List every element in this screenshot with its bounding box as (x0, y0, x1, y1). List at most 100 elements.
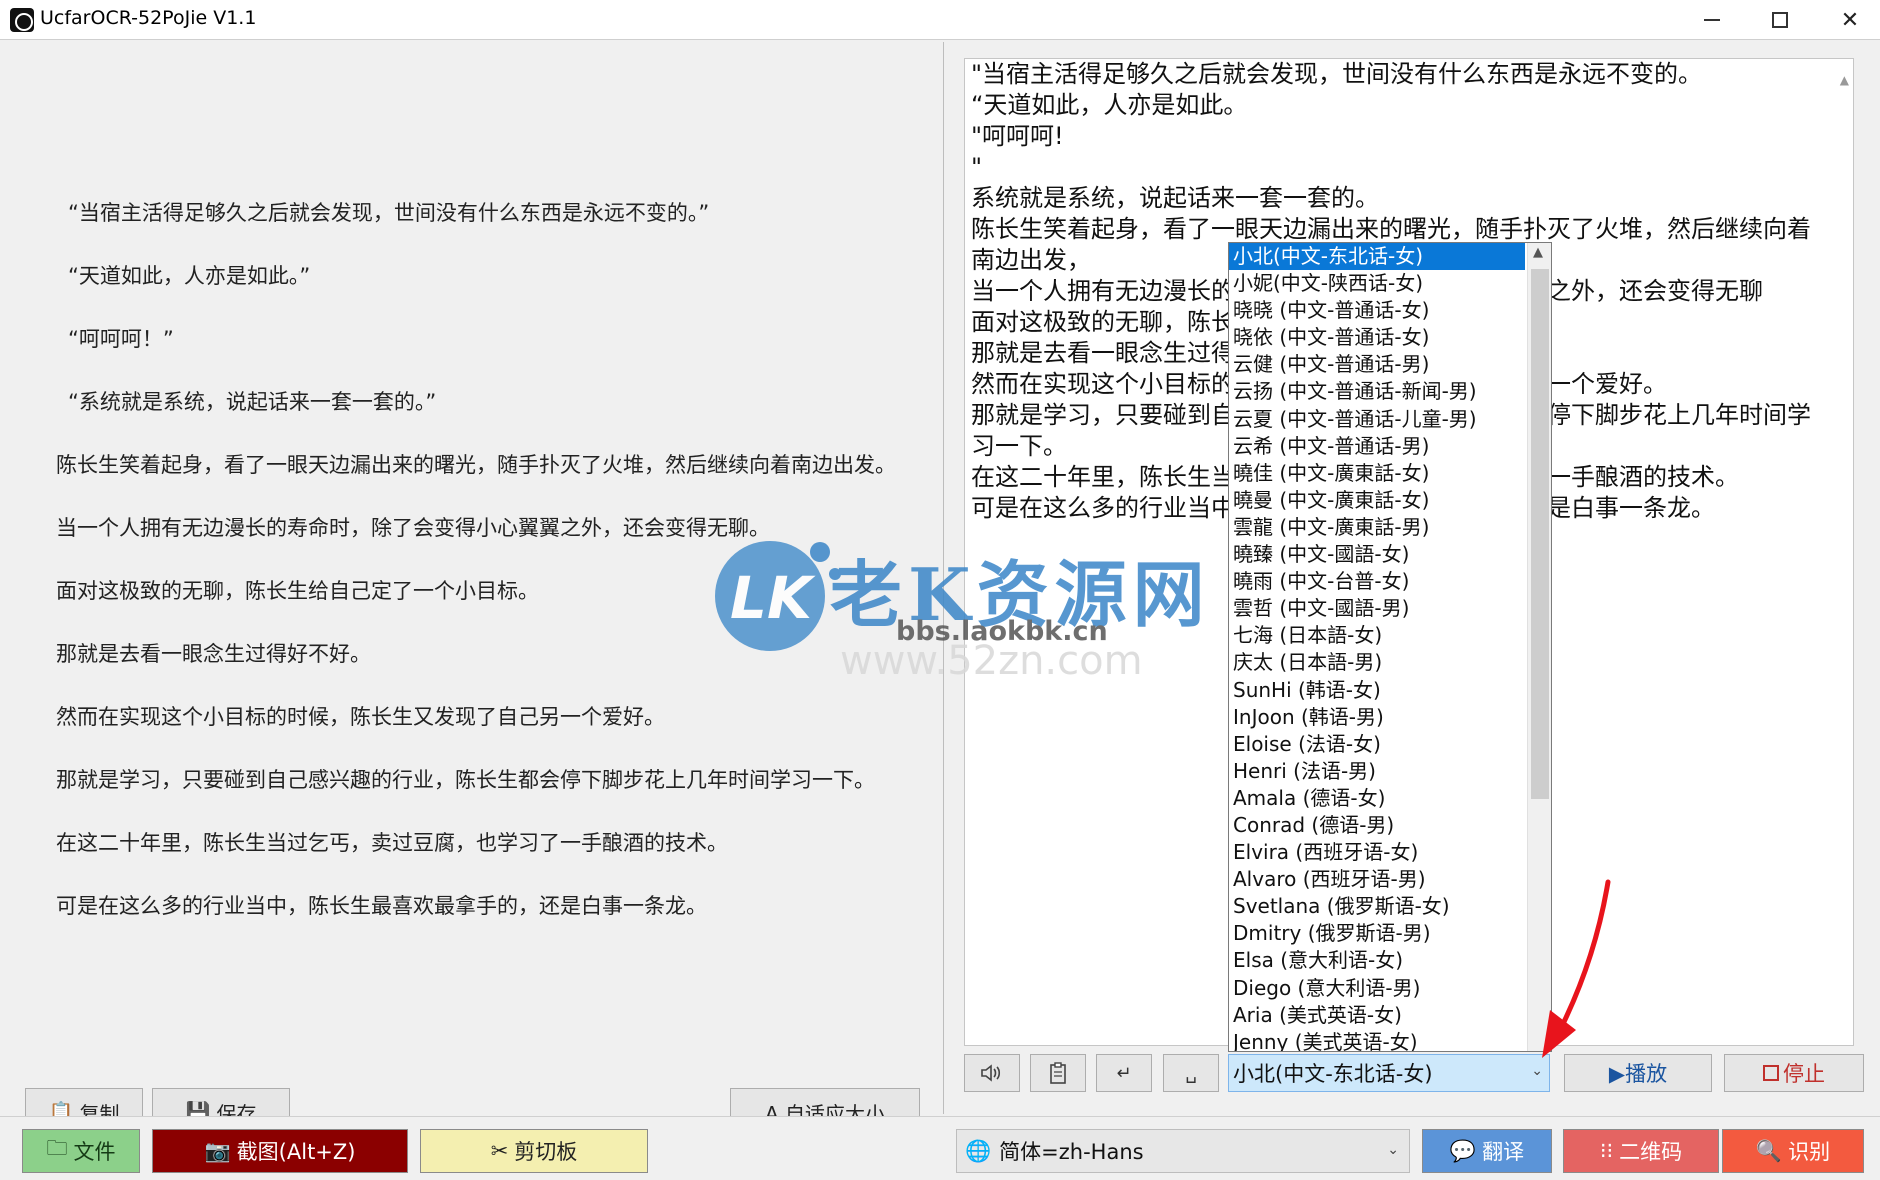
result-line: 陈长生笑着起身，看了一眼天边漏出来的曙光，随手扑灭了火堆，然后继续向着 (971, 215, 1811, 243)
space-icon: ␣ (1185, 1062, 1197, 1084)
maximize-button[interactable] (1745, 0, 1815, 40)
voice-option[interactable]: Conrad (德语-男) (1229, 812, 1551, 839)
search-icon: 🔍 (1755, 1138, 1783, 1163)
voice-option[interactable]: 小妮(中文-陕西话-女) (1229, 270, 1551, 297)
source-paragraph: 在这二十年里，陈长生当过乞丐，卖过豆腐，也学习了一手酿酒的技术。 (56, 831, 728, 855)
voice-option[interactable]: 小北(中文-东北话-女) (1229, 243, 1525, 271)
minimize-icon (1704, 19, 1720, 21)
language-select[interactable]: 🌐 简体=zh-Hans ⌄ (956, 1129, 1410, 1173)
result-line: 系统就是系统，说起话来一套一套的。 (971, 184, 1379, 212)
screenshot-button[interactable]: 📷 截图(Alt+Z) (152, 1129, 408, 1173)
stop-label: 停止 (1783, 1062, 1825, 1086)
voice-option[interactable]: Amala (德语-女) (1229, 785, 1551, 812)
voice-option[interactable]: Alvaro (西班牙语-男) (1229, 866, 1551, 893)
stop-button[interactable]: 停止 (1724, 1054, 1864, 1092)
close-button[interactable]: ✕ (1815, 0, 1880, 40)
camera-icon: 📷 (204, 1138, 231, 1163)
maximize-icon (1772, 12, 1788, 28)
bottom-toolbar: 🗀 文件 📷 截图(Alt+Z) ✂ 剪切板 🌐 简体=zh-Hans ⌄ 💬 … (0, 1116, 1880, 1180)
source-paragraph: 然而在实现这个小目标的时候，陈长生又发现了自己另一个爱好。 (56, 705, 665, 729)
voice-option[interactable]: 晓依 (中文-普通话-女) (1229, 324, 1551, 351)
voice-select[interactable]: 小北(中文-东北话-女) ⌄ (1228, 1054, 1550, 1092)
voice-option[interactable]: 雲哲 (中文-國語-男) (1229, 595, 1551, 622)
voice-option[interactable]: 曉雨 (中文-台普-女) (1229, 568, 1551, 595)
voice-option[interactable]: Jenny (美式英语-女) (1229, 1029, 1551, 1051)
voice-option[interactable]: Elsa (意大利语-女) (1229, 947, 1551, 974)
source-paragraph: “系统就是系统，说起话来一套一套的。” (68, 390, 437, 414)
voice-option[interactable]: Dmitry (俄罗斯语-男) (1229, 920, 1551, 947)
source-paragraph: 可是在这么多的行业当中，陈长生最喜欢最拿手的，还是白事一条龙。 (56, 894, 707, 918)
voice-option[interactable]: 云扬 (中文-普通话-新闻-男) (1229, 378, 1551, 405)
qrcode-button[interactable]: ⁝⁝ 二维码 (1563, 1129, 1719, 1173)
voice-option[interactable]: 七海 (日本語-女) (1229, 622, 1551, 649)
folder-icon: 🗀 (46, 1135, 68, 1160)
translate-button[interactable]: 💬 翻译 (1422, 1129, 1552, 1173)
source-paragraph: 那就是学习，只要碰到自己感兴趣的行业，陈长生都会停下脚步花上几年时间学习一下。 (56, 768, 875, 792)
minimize-button[interactable] (1677, 0, 1747, 40)
source-paragraph: “天道如此，人亦是如此。” (68, 264, 311, 288)
recognize-button[interactable]: 🔍 识别 (1722, 1129, 1864, 1173)
chevron-down-icon: ⌄ (1387, 1142, 1399, 1158)
voice-option[interactable]: InJoon (韩语-男) (1229, 704, 1551, 731)
title-bar: UcfarOCR-52PoJie V1.1 ✕ (0, 0, 1880, 40)
voice-option[interactable]: 曉佳 (中文-廣東話-女) (1229, 460, 1551, 487)
scroll-up-icon[interactable]: ▲ (1533, 245, 1543, 260)
clipboard-icon (1050, 1062, 1066, 1084)
voice-option[interactable]: 云希 (中文-普通话-男) (1229, 433, 1551, 460)
source-paragraph: “当宿主活得足够久之后就会发现，世间没有什么东西是永远不变的。” (68, 201, 710, 225)
voice-dropdown-list[interactable]: 小北(中文-东北话-女) 小妮(中文-陕西话-女) 晓晓 (中文-普通话-女) 晓依 … (1228, 242, 1552, 1052)
voice-option[interactable]: 晓晓 (中文-普通话-女) (1229, 297, 1551, 324)
speaker-icon (981, 1064, 1001, 1082)
qrcode-icon: ⁝⁝ (1599, 1139, 1614, 1163)
scissors-icon: ✂ (490, 1139, 509, 1163)
textarea-scrollbar[interactable]: ▲ (1835, 59, 1853, 1045)
recognize-label: 识别 (1788, 1140, 1831, 1164)
chat-icon: 💬 (1449, 1138, 1477, 1163)
window-title: UcfarOCR-52PoJie V1.1 (40, 7, 257, 29)
result-line: "呵呵呵! (971, 122, 1064, 150)
result-line: “天道如此，人亦是如此。 (971, 91, 1248, 119)
voice-option[interactable]: 庆太 (日本語-男) (1229, 649, 1551, 676)
voice-option[interactable]: 云健 (中文-普通话-男) (1229, 351, 1551, 378)
space-button[interactable]: ␣ (1163, 1054, 1219, 1092)
annotation-arrow-icon (1542, 879, 1611, 1058)
language-value: 简体=zh-Hans (999, 1140, 1144, 1164)
speaker-button[interactable] (964, 1054, 1020, 1092)
voice-option[interactable]: SunHi (韩语-女) (1229, 677, 1551, 704)
dropdown-scroll-thumb[interactable] (1531, 269, 1549, 799)
close-icon: ✕ (1840, 7, 1860, 33)
file-label: 文件 (73, 1140, 116, 1164)
voice-option[interactable]: Svetlana (俄罗斯语-女) (1229, 893, 1551, 920)
watermark-url-faint: www.52zn.com (840, 638, 1143, 684)
voice-options: 小北(中文-东北话-女) 小妮(中文-陕西话-女) 晓晓 (中文-普通话-女) 晓依 … (1229, 243, 1551, 1051)
clipboard-button[interactable]: ✂ 剪切板 (420, 1129, 648, 1173)
file-button[interactable]: 🗀 文件 (22, 1129, 140, 1173)
voice-option[interactable]: Elvira (西班牙语-女) (1229, 839, 1551, 866)
voice-option[interactable]: Diego (意大利语-男) (1229, 975, 1551, 1002)
voice-option[interactable]: 雲龍 (中文-廣東話-男) (1229, 514, 1551, 541)
watermark-logo-text: LK (730, 564, 816, 632)
scroll-up-icon[interactable]: ▲ (1840, 65, 1849, 96)
result-line: "当宿主活得足够久之后就会发现，世间没有什么东西是永远不变的。 (971, 60, 1703, 88)
screenshot-label: 截图(Alt+Z) (236, 1140, 356, 1164)
voice-option[interactable]: Henri (法语-男) (1229, 758, 1551, 785)
voice-option[interactable]: 曉曼 (中文-廣東話-女) (1229, 487, 1551, 514)
qrcode-label: 二维码 (1619, 1140, 1683, 1164)
voice-option[interactable]: Eloise (法语-女) (1229, 731, 1551, 758)
stop-icon (1763, 1065, 1779, 1081)
app-icon (10, 8, 34, 32)
voice-selected-value: 小北(中文-东北话-女) (1233, 1062, 1433, 1086)
result-line: " (971, 153, 983, 181)
paste-button[interactable] (1030, 1054, 1086, 1092)
watermark-logo-icon: LK (715, 541, 841, 651)
voice-option[interactable]: Aria (美式英语-女) (1229, 1002, 1551, 1029)
voice-option[interactable]: 云夏 (中文-普通话-儿童-男) (1229, 406, 1551, 433)
globe-icon: 🌐 (965, 1138, 992, 1163)
source-paragraph: 陈长生笑着起身，看了一眼天边漏出来的曙光，随手扑灭了火堆，然后继续向着南边出发。 (56, 453, 896, 477)
voice-option[interactable]: 曉臻 (中文-國語-女) (1229, 541, 1551, 568)
source-paragraph: “呵呵呵！” (68, 327, 174, 351)
translate-label: 翻译 (1482, 1140, 1525, 1164)
clipboard-label: 剪切板 (514, 1140, 578, 1164)
enter-icon: ↵ (1116, 1062, 1132, 1084)
newline-button[interactable]: ↵ (1096, 1054, 1152, 1092)
